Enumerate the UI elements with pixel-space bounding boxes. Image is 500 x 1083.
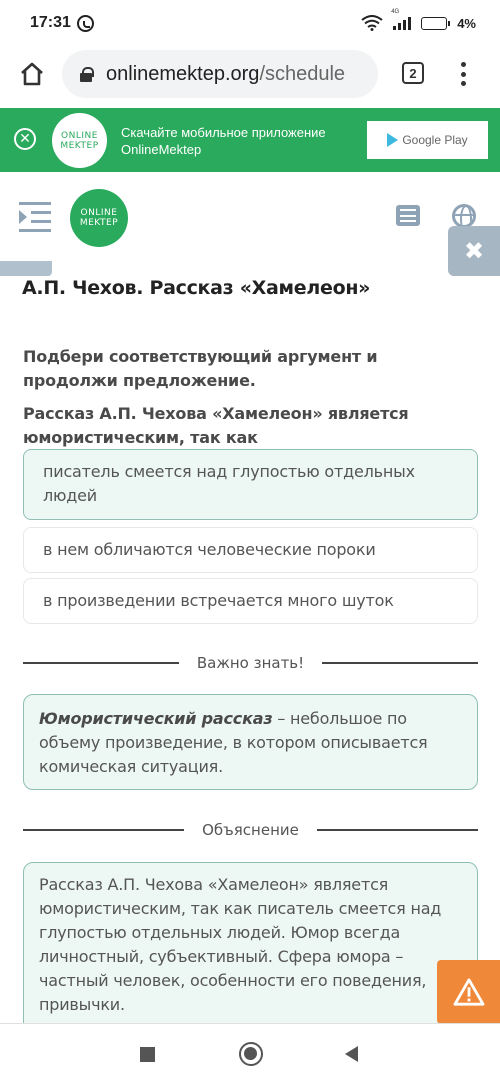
list-line [400, 214, 416, 217]
logo-text-line: ONLINE [80, 208, 118, 218]
definition-term: Юмористический рассказ [39, 709, 273, 728]
answer-option-selected[interactable]: писатель смеется над глупостью отдельных… [23, 449, 478, 520]
task-instruction: Подбери соответствующий аргумент и продо… [23, 347, 378, 390]
side-panel-tab[interactable] [0, 261, 52, 276]
google-play-button[interactable]: Google Play [367, 121, 488, 159]
close-panel-button[interactable]: ✖ [448, 226, 500, 276]
toggle-bar [19, 202, 51, 205]
divider-line [23, 662, 179, 664]
divider-line [316, 829, 478, 831]
list-view-button[interactable] [396, 205, 420, 226]
toggle-bar [19, 229, 51, 232]
page-title: А.П. Чехов. Рассказ «Хамелеон» [22, 277, 371, 299]
menu-dot [460, 71, 466, 77]
sidebar-toggle-button[interactable] [19, 202, 51, 232]
answer-option[interactable]: в произведении встречается много шуток [23, 578, 478, 624]
divider-line [322, 662, 479, 664]
toggle-bar [31, 211, 51, 214]
browser-menu-button[interactable] [458, 62, 468, 86]
divider-line [23, 829, 185, 831]
toggle-arrow-icon [19, 210, 27, 224]
home-button[interactable] [18, 60, 46, 88]
important-divider: Важно знать! [23, 652, 479, 674]
battery-percent: 4% [457, 15, 476, 31]
cell-signal-icon: 4G [391, 9, 412, 30]
url-domain: onlinemektep.org [106, 62, 260, 85]
system-navigation-bar [0, 1023, 500, 1083]
home-nav-button[interactable] [239, 1042, 263, 1066]
logo-text-line: MEKTEP [60, 140, 99, 151]
explanation-heading: Объяснение [202, 821, 299, 839]
site-header: ONLINE MEKTEP [0, 180, 500, 276]
banner-text-line1: Скачайте мобильное приложение [121, 125, 326, 140]
status-bar: 17:31 4G 4% [0, 0, 500, 46]
important-heading: Важно знать! [196, 654, 305, 672]
list-line [400, 220, 416, 222]
browser-toolbar: onlinemektep.org/schedule 2 [0, 46, 500, 102]
network-type-label: 4G [391, 9, 400, 15]
menu-dot [460, 81, 466, 86]
banner-close-button[interactable]: ✕ [14, 128, 36, 150]
url-path: /schedule [259, 62, 346, 85]
important-note-box: Юмористический рассказ – небольшое по об… [23, 694, 478, 790]
recent-apps-button[interactable] [140, 1047, 155, 1062]
language-globe-icon[interactable] [452, 204, 476, 228]
logo-text-line: ONLINE [61, 130, 98, 141]
google-play-icon [387, 133, 399, 147]
task-statement: Рассказ А.П. Чехова «Хамелеон» является … [23, 404, 409, 447]
app-download-banner: ✕ ONLINE MEKTEP Скачайте мобильное прило… [0, 108, 500, 172]
url-text: onlinemektep.org/schedule [106, 63, 345, 86]
site-logo[interactable]: ONLINE MEKTEP [70, 189, 128, 247]
menu-dot [460, 62, 466, 67]
address-bar[interactable]: onlinemektep.org/schedule [62, 50, 378, 98]
status-time: 17:31 [30, 14, 71, 31]
tab-switcher-button[interactable]: 2 [402, 62, 424, 84]
banner-message: Скачайте мобильное приложение OnlineMekt… [121, 124, 326, 158]
logo-text-line: MEKTEP [79, 218, 119, 228]
explanation-box: Рассказ А.П. Чехова «Хамелеон» является … [23, 862, 478, 1042]
banner-text-line2: OnlineMektep [121, 142, 202, 157]
battery-icon [421, 16, 451, 30]
banner-logo: ONLINE MEKTEP [52, 113, 107, 168]
back-button[interactable] [345, 1046, 358, 1062]
toggle-bar [31, 220, 51, 223]
wifi-icon [361, 15, 383, 31]
google-play-label: Google Play [402, 133, 468, 147]
status-indicators: 4G 4% [361, 9, 476, 31]
explanation-divider: Объяснение [23, 819, 478, 841]
lock-icon [80, 67, 94, 82]
report-problem-button[interactable] [437, 960, 500, 1024]
list-line [400, 209, 416, 211]
warning-icon [453, 978, 484, 1006]
answer-option[interactable]: в нем обличаются человеческие пороки [23, 527, 478, 573]
whatsapp-icon [76, 14, 94, 32]
